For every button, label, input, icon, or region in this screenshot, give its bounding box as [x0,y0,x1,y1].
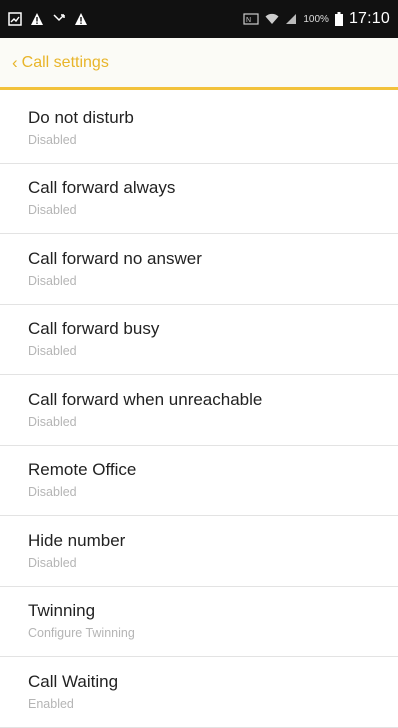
setting-call-forward-always[interactable]: Call forward always Disabled [0,164,398,234]
setting-status: Disabled [28,555,77,570]
setting-title: Hide number [28,530,126,550]
back-button[interactable]: ‹ Call settings [12,54,109,72]
setting-title: Call forward always [28,178,176,198]
missed-call-icon [52,12,66,26]
status-icons-right: N 100% 17:10 [243,10,390,28]
setting-call-waiting[interactable]: Call Waiting Enabled [0,657,398,728]
page-title: Call settings [21,53,109,71]
svg-text:N: N [246,17,251,24]
setting-status: Disabled [28,273,77,288]
setting-do-not-disturb[interactable]: Do not disturb Disabled [0,93,398,164]
status-icons-left [8,12,88,26]
setting-status: Configure Twinning [28,626,135,641]
setting-twinning[interactable]: Twinning Configure Twinning [0,587,398,657]
gallery-icon [8,12,22,26]
setting-title: Remote Office [28,460,137,480]
setting-call-forward-unreachable[interactable]: Call forward when unreachable Disabled [0,375,398,446]
setting-call-forward-busy[interactable]: Call forward busy Disabled [0,305,398,375]
setting-call-forward-no-answer[interactable]: Call forward no answer Disabled [0,234,398,305]
setting-hide-number[interactable]: Hide number Disabled [0,516,398,587]
setting-title: Call forward no answer [28,248,202,268]
setting-status: Disabled [28,344,77,359]
clock: 17:10 [348,10,390,27]
wifi-icon [265,13,279,25]
setting-title: Twinning [28,601,96,621]
nfc-icon: N [243,13,259,25]
setting-title: Do not disturb [28,107,134,127]
setting-status: Disabled [28,485,77,500]
setting-remote-office[interactable]: Remote Office Disabled [0,446,398,516]
warning-icon [30,12,44,26]
setting-title: Call forward busy [28,319,160,339]
setting-title: Call Waiting [28,671,119,691]
signal-icon [285,13,297,25]
status-bar: N 100% 17:10 [0,0,398,38]
warning-icon [74,12,88,26]
action-bar: ‹ Call settings [0,38,398,90]
settings-list: Do not disturb Disabled Call forward alw… [0,93,398,728]
battery-icon [334,12,343,26]
setting-status: Disabled [28,414,77,429]
setting-status: Disabled [28,132,77,147]
chevron-left-icon: ‹ [12,53,18,72]
setting-status: Disabled [28,203,77,218]
setting-title: Call forward when unreachable [28,389,263,409]
battery-percent: 100% [303,13,329,25]
